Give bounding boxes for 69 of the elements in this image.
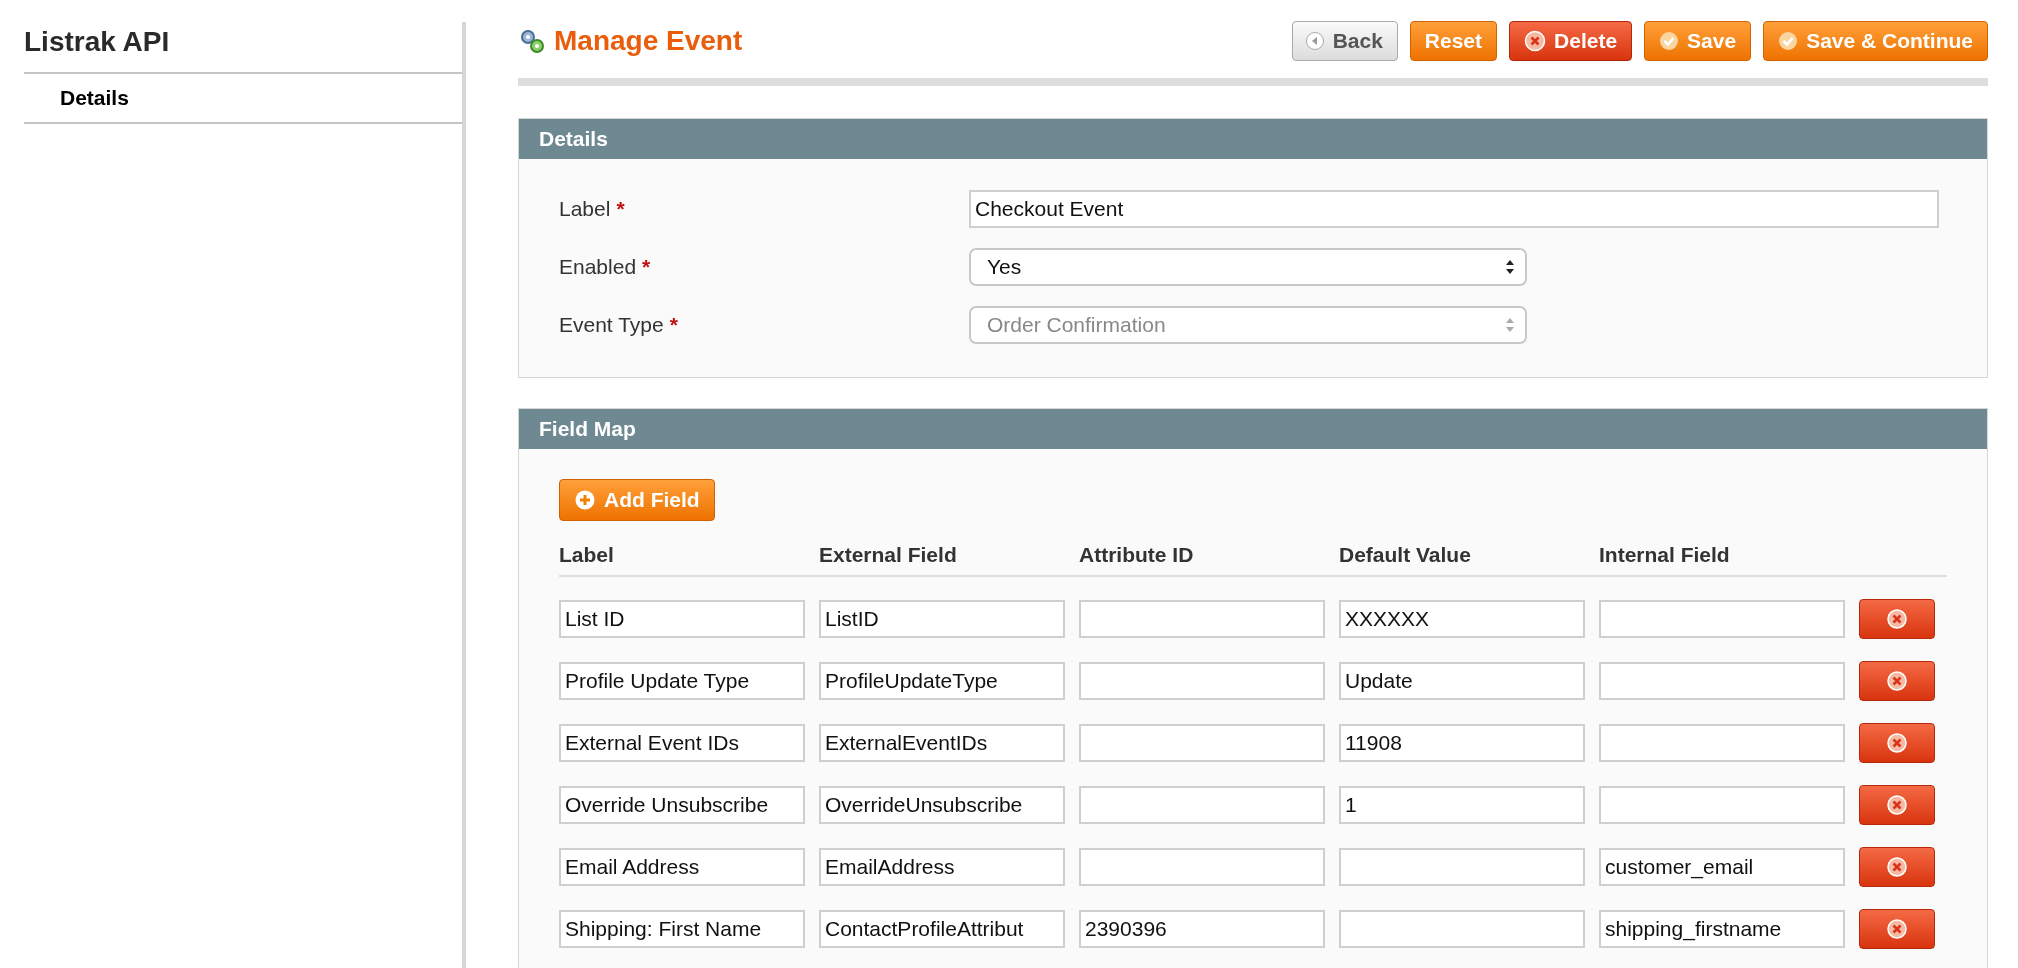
table-input-field[interactable]: External Event IDs (559, 724, 805, 762)
header-button[interactable]: Back (1291, 21, 1398, 61)
required-mark: * (669, 313, 678, 337)
plus-icon (574, 489, 596, 511)
close-icon (1886, 670, 1908, 692)
table-input-field[interactable]: OverrideUnsubscribe (819, 786, 1065, 824)
remove-row-button[interactable] (1859, 599, 1935, 639)
remove-row-button[interactable] (1859, 785, 1935, 825)
remove-row-button[interactable] (1859, 909, 1935, 949)
table-input-field[interactable] (1599, 724, 1845, 762)
table-input-field[interactable] (1339, 910, 1585, 948)
page-title: Manage Event (554, 25, 744, 57)
table-input-field[interactable] (1079, 848, 1325, 886)
table-input-field[interactable]: Shipping: First Name (559, 910, 805, 948)
table-input-field[interactable]: Profile Update Type (559, 662, 805, 700)
close-icon (1886, 918, 1908, 940)
sidebar-title: Listrak API (24, 22, 462, 74)
close-icon (1886, 794, 1908, 816)
close-icon (1886, 608, 1908, 630)
field-label: Enabled (559, 255, 637, 279)
table-input-field[interactable]: ContactProfileAttribut (819, 910, 1065, 948)
table-input-field[interactable] (1339, 848, 1585, 886)
remove-row-button[interactable] (1859, 723, 1935, 763)
close-icon (1886, 732, 1908, 754)
table-input-field[interactable]: ProfileUpdateType (819, 662, 1065, 700)
table-input-field[interactable] (1599, 786, 1845, 824)
gears-icon (518, 27, 546, 55)
header-button[interactable]: Delete (1509, 21, 1633, 61)
table-input-field[interactable] (1079, 786, 1325, 824)
table-input-field[interactable] (1079, 600, 1325, 638)
table-input-field[interactable]: Override Unsubscribe (559, 786, 805, 824)
text-field[interactable]: Checkout Event (969, 190, 1939, 228)
table-input-field[interactable]: Email Address (559, 848, 805, 886)
table-input-field[interactable]: 11908 (1339, 724, 1585, 762)
table-input-field[interactable]: Update (1339, 662, 1585, 700)
table-input-field[interactable]: customer_email (1599, 848, 1845, 886)
column-header: Default Value (1339, 543, 1472, 567)
table-input-field[interactable]: EmailAddress (819, 848, 1065, 886)
check-icon (1778, 31, 1799, 51)
section-header: Field Map (519, 409, 1987, 449)
updown-icon (1505, 317, 1515, 333)
table-input-field[interactable] (1599, 600, 1845, 638)
updown-icon (1505, 259, 1515, 275)
column-header: Attribute ID (1079, 543, 1195, 567)
table-input-field[interactable] (1079, 724, 1325, 762)
close-icon (1524, 30, 1547, 52)
remove-row-button[interactable] (1859, 847, 1935, 887)
table-input-field[interactable]: shipping_firstname (1599, 910, 1845, 948)
check-icon (1659, 31, 1680, 51)
table-input-field[interactable]: ListID (819, 600, 1065, 638)
remove-row-button[interactable] (1859, 661, 1935, 701)
field-label: Event Type (559, 313, 664, 337)
table-input-field[interactable]: 1 (1339, 786, 1585, 824)
column-header: External Field (819, 543, 958, 567)
table-input-field[interactable]: XXXXXX (1339, 600, 1585, 638)
column-header: Internal Field (1599, 543, 1731, 567)
table-input-field[interactable]: 2390396 (1079, 910, 1325, 948)
field-label: Label (559, 197, 611, 221)
section-header: Details (519, 119, 1987, 159)
table-input-field[interactable] (1079, 662, 1325, 700)
table-input-field[interactable]: List ID (559, 600, 805, 638)
close-icon (1886, 856, 1908, 878)
select-field[interactable]: Yes (969, 248, 1527, 286)
column-header: Label (559, 543, 615, 567)
required-mark: * (642, 255, 651, 279)
table-input-field[interactable]: ExternalEventIDs (819, 724, 1065, 762)
sidebar-tab[interactable]: Details (24, 74, 462, 124)
table-input-field[interactable] (1599, 662, 1845, 700)
required-mark: * (616, 197, 625, 221)
